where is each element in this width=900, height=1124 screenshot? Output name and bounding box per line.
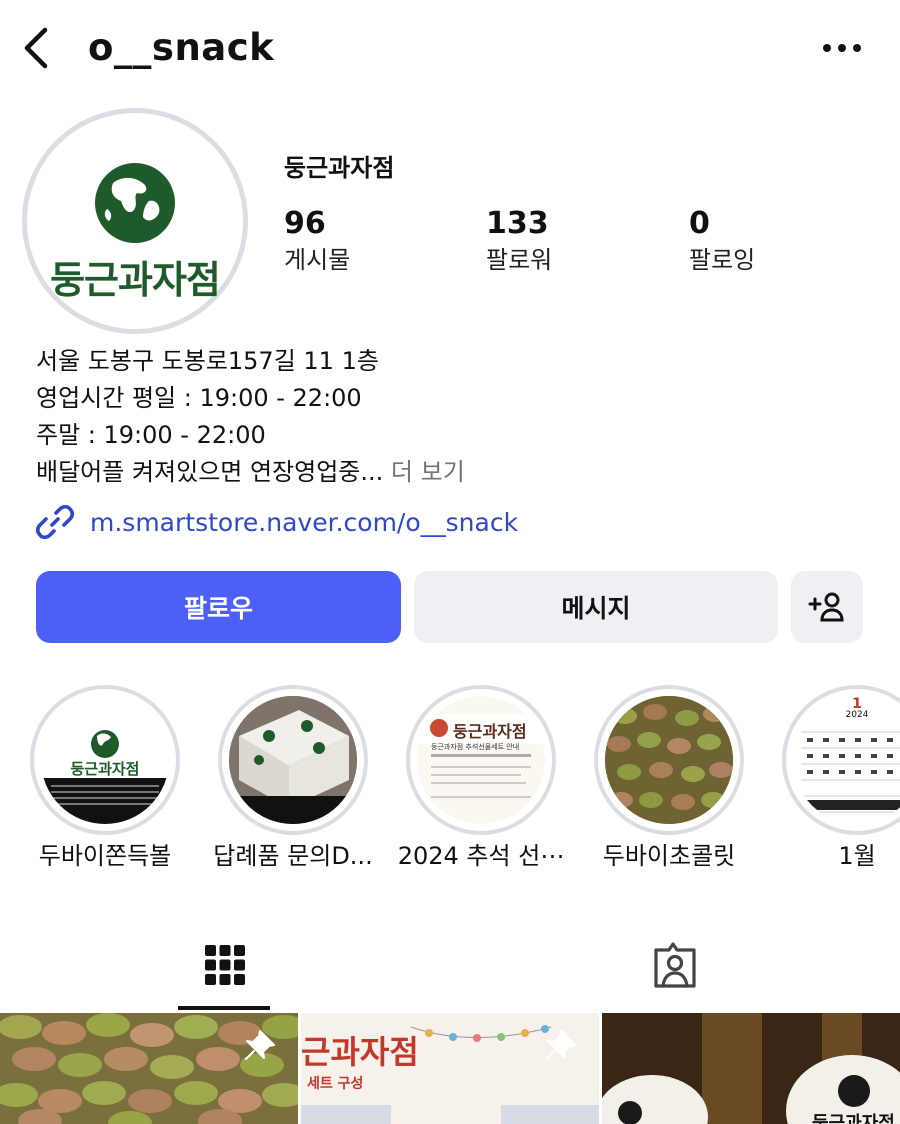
bio-line-delivery: 배달어플 켜져있으면 연장영업중... 더 보기 [36, 454, 866, 491]
display-name: 둥근과자점 [284, 154, 395, 182]
highlight-ring [218, 685, 368, 835]
pinned-post-icon [546, 1030, 576, 1060]
highlight-cover [605, 696, 733, 824]
more-options-button[interactable] [814, 28, 870, 68]
content-tab-bar [0, 918, 900, 1012]
add-user-button[interactable] [791, 571, 863, 643]
globe-logo-icon [95, 163, 175, 243]
profile-username: o__snack [88, 26, 275, 69]
add-person-icon [808, 592, 844, 622]
back-button[interactable] [14, 24, 58, 72]
highlight-cover [229, 696, 357, 824]
highlight-cover-graphic [229, 696, 357, 824]
follow-button[interactable]: 팔로우 [36, 571, 401, 643]
stat-following[interactable]: 0 팔로잉 [689, 205, 755, 277]
highlight-cover-graphic [605, 696, 733, 824]
grid-icon [205, 945, 245, 985]
posts-grid: 근과자점 세트 구성 둥근과자점 [0, 1013, 900, 1124]
stat-posts-label: 게시물 [284, 246, 351, 274]
bio-line-hours-weekday: 영업시간 평일 : 19:00 - 22:00 [36, 384, 362, 412]
highlight-ring: 둥근과자점 [30, 685, 180, 835]
post-caption-logo: 둥근과자점 [812, 1113, 895, 1124]
post-caption-title: 근과자점 [301, 1033, 419, 1071]
top-bar: o__snack [0, 0, 900, 96]
highlight-cover: 둥근과자점 [41, 696, 169, 824]
post-thumbnail[interactable]: 둥근과자점 [602, 1013, 900, 1124]
bio-line-hours-weekend: 주말 : 19:00 - 22:00 [36, 421, 266, 449]
profile-avatar[interactable]: 둥근과자점 [22, 108, 248, 334]
bio-line-delivery-text: 배달어플 켜져있으면 연장영업중... [36, 458, 384, 486]
profile-link-text: m.smartstore.naver.com/o__snack [90, 507, 519, 537]
pinned-post-icon [245, 1030, 275, 1060]
chevron-left-icon [24, 27, 48, 69]
stat-followers-count: 133 [486, 206, 549, 241]
highlight-ring: 둥근과자점 둥근과자점 추석선물세트 안내 [406, 685, 556, 835]
link-icon [36, 504, 74, 540]
post-thumbnail[interactable]: 근과자점 세트 구성 [301, 1013, 599, 1124]
highlight-label: 1월 [838, 842, 876, 870]
stat-followers-label: 팔로워 [486, 246, 553, 274]
tab-tagged[interactable] [450, 918, 900, 1012]
stat-posts-count: 96 [284, 206, 326, 241]
highlight-cover: 2024 1 [793, 696, 900, 824]
tagged-person-icon [654, 942, 696, 988]
stat-followers[interactable]: 133 팔로워 [486, 205, 552, 277]
highlight-ring [594, 685, 744, 835]
message-button[interactable]: 메시지 [414, 571, 778, 643]
bio-more-link[interactable]: 더 보기 [391, 458, 465, 486]
ellipsis-icon [823, 44, 861, 52]
tab-posts-grid[interactable] [0, 918, 450, 1012]
highlight-item[interactable]: 답례품 문의D... [213, 685, 373, 870]
avatar-logo-text: 둥근과자점 [50, 257, 221, 302]
highlight-item[interactable]: 둥근과자점 둥근과자점 추석선물세트 안내 2024 추석 선⋯ [398, 685, 564, 870]
highlight-cover-subtitle: 둥근과자점 추석선물세트 안내 [431, 743, 520, 751]
post-thumbnail[interactable] [0, 1013, 298, 1124]
active-tab-indicator [178, 1006, 270, 1010]
highlight-item[interactable]: 둥근과자점 두바이쫀득볼 [30, 685, 180, 870]
highlight-cover-title: 둥근과자점 [453, 722, 527, 741]
stat-posts[interactable]: 96 게시물 [284, 205, 350, 277]
bio-line-address: 서울 도봉구 도봉로157길 11 1층 [36, 347, 379, 375]
profile-link[interactable]: m.smartstore.naver.com/o__snack [36, 502, 518, 542]
highlight-cover-text: 둥근과자점 [70, 760, 140, 778]
highlight-cover-graphic [417, 696, 545, 824]
post-image [602, 1013, 900, 1124]
highlight-cover: 둥근과자점 둥근과자점 추석선물세트 안내 [417, 696, 545, 824]
highlight-ring: 2024 1 [782, 685, 900, 835]
highlight-item[interactable]: 2024 1 1월 [782, 685, 900, 870]
stat-following-label: 팔로잉 [689, 246, 756, 274]
highlight-item[interactable]: 두바이초콜릿 [594, 685, 744, 870]
avatar-image: 둥근과자점 [37, 123, 233, 319]
profile-bio: 서울 도봉구 도봉로157길 11 1층 영업시간 평일 : 19:00 - 2… [36, 343, 866, 491]
post-caption-subtitle: 세트 구성 [307, 1076, 364, 1092]
stat-following-count: 0 [689, 206, 710, 241]
highlight-cover-month: 1 [852, 696, 862, 712]
